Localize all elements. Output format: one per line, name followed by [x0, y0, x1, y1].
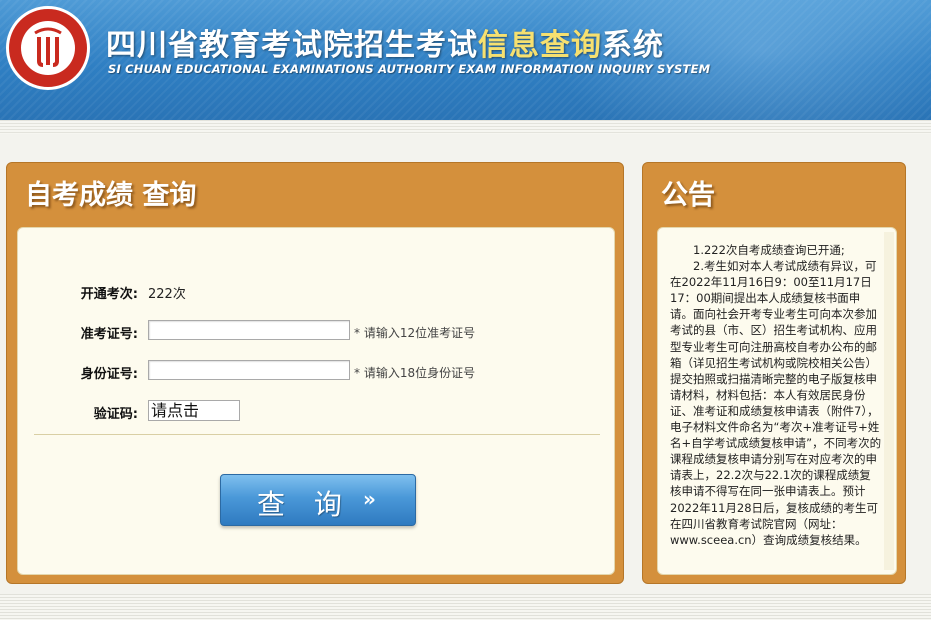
- exam-session-value: 222次: [148, 287, 186, 302]
- notice-scrollbar[interactable]: [884, 232, 894, 570]
- id-number-hint: * 请输入18位身份证号: [354, 366, 476, 380]
- ticket-number-input[interactable]: [148, 320, 350, 340]
- id-number-label: 身份证号:: [80, 367, 138, 382]
- captcha-label: 验证码:: [93, 407, 138, 422]
- query-panel-title: 自考成绩 查询: [25, 180, 197, 211]
- captcha-box[interactable]: 请点击: [148, 400, 240, 421]
- notice-panel-title: 公告: [661, 180, 715, 211]
- score-query-panel: 自考成绩 查询 开通考次: 222次 准考证号: * 请输入12位准考证号 身份…: [6, 162, 624, 584]
- notice-box[interactable]: 1.222次自考成绩查询已开通; 2.考生如对本人考试成绩有异议，可在2022年…: [657, 227, 897, 575]
- site-title-end: 系统: [602, 28, 664, 63]
- notice-content: 1.222次自考成绩查询已开通; 2.考生如对本人考试成绩有异议，可在2022年…: [670, 242, 882, 568]
- ticket-number-hint: * 请输入12位准考证号: [354, 326, 476, 340]
- site-title-main: 四川省教育考试院招生考试: [106, 28, 478, 63]
- site-subtitle: SI CHUAN EDUCATIONAL EXAMINATIONS AUTHOR…: [108, 62, 711, 76]
- query-form: 开通考次: 222次 准考证号: * 请输入12位准考证号 身份证号: * 请输…: [17, 227, 615, 575]
- header-divider: [0, 120, 931, 134]
- exam-session-label: 开通考次:: [80, 287, 138, 302]
- ticket-number-label: 准考证号:: [80, 327, 138, 342]
- site-header: 四川省教育考试院招生考试信息查询系统 SI CHUAN EDUCATIONAL …: [0, 0, 931, 120]
- footer-divider: [0, 594, 931, 620]
- site-title-highlight: 信息查询: [478, 28, 602, 63]
- query-button-label: 查 询: [257, 488, 352, 521]
- double-chevron-right-icon: »: [363, 487, 376, 511]
- query-button[interactable]: 查 询 »: [220, 474, 416, 526]
- logo-mark-icon: [34, 27, 62, 67]
- notice-panel: 公告 1.222次自考成绩查询已开通; 2.考生如对本人考试成绩有异议，可在20…: [642, 162, 906, 584]
- site-title: 四川省教育考试院招生考试信息查询系统: [106, 20, 664, 64]
- id-number-input[interactable]: [148, 360, 350, 380]
- sceea-seal-icon: [6, 6, 90, 90]
- notice-paragraph: 1.222次自考成绩查询已开通;: [693, 243, 845, 257]
- form-divider: [34, 434, 600, 435]
- notice-paragraph: 2.考生如对本人考试成绩有异议，可在2022年11月16日9：00至11月17日…: [670, 259, 882, 547]
